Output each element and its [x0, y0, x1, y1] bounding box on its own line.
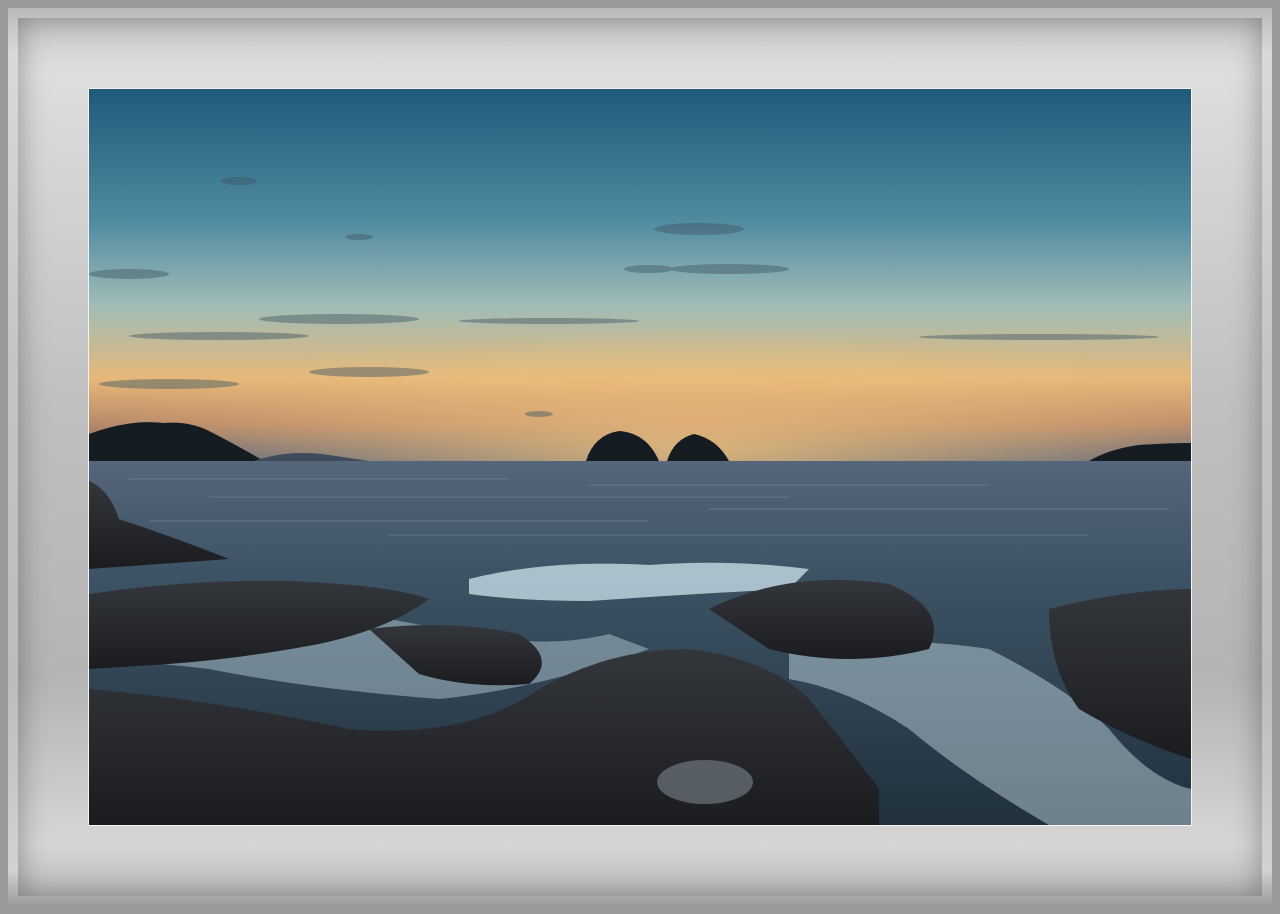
seascape-photo — [88, 88, 1192, 826]
seascape-illustration — [89, 89, 1191, 825]
tide-pool — [657, 760, 753, 804]
